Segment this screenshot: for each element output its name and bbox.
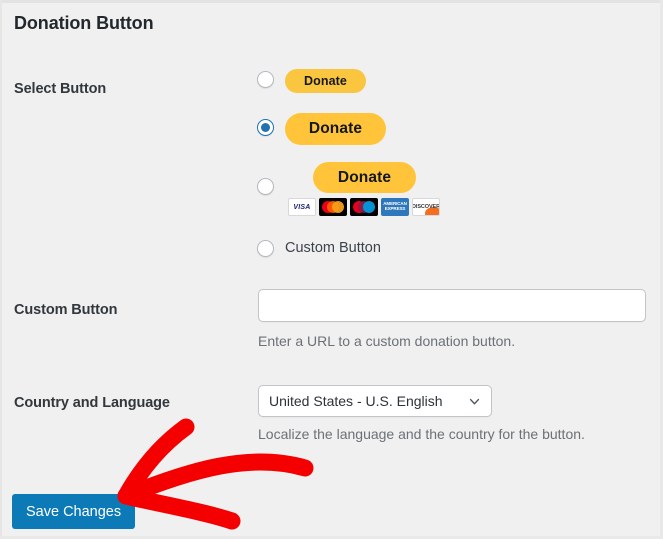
country-language-help-text: Localize the language and the country fo… bbox=[258, 426, 585, 442]
custom-button-help-text: Enter a URL to a custom donation button. bbox=[258, 333, 516, 349]
arrow-tail-upper bbox=[117, 453, 314, 505]
radio-donate-large[interactable] bbox=[257, 119, 274, 136]
maestro-circles-icon bbox=[353, 201, 375, 213]
discover-card-icon: DISCOVER bbox=[412, 198, 440, 216]
maestro-card-icon bbox=[350, 198, 378, 216]
radio-donate-with-cards[interactable] bbox=[257, 178, 274, 195]
page-title: Donation Button bbox=[14, 13, 154, 33]
radio-custom-button-label: Custom Button bbox=[285, 240, 381, 256]
donate-button-preview-large[interactable]: Donate bbox=[285, 113, 386, 145]
visa-card-icon: VISA bbox=[288, 198, 316, 216]
radio-custom-button[interactable] bbox=[257, 240, 274, 257]
country-language-label: Country and Language bbox=[14, 395, 170, 411]
amex-card-icon: AMERICAN EXPRESS bbox=[381, 198, 409, 216]
radio-donate-small[interactable] bbox=[257, 71, 274, 88]
select-button-label: Select Button bbox=[14, 81, 107, 97]
page-left-border bbox=[0, 0, 2, 539]
arrow-barb-lower bbox=[117, 487, 241, 530]
mastercard-circles-icon bbox=[322, 201, 344, 213]
donate-button-preview-small[interactable]: Donate bbox=[285, 69, 366, 93]
custom-button-url-input[interactable] bbox=[258, 289, 646, 322]
save-changes-button[interactable]: Save Changes bbox=[12, 494, 136, 529]
chevron-down-icon bbox=[469, 398, 480, 404]
mastercard-card-icon bbox=[319, 198, 347, 216]
card-logo-strip: VISA AMERICAN EXPRESS DISCOVER bbox=[288, 198, 440, 216]
country-language-select[interactable]: United States - U.S. English bbox=[258, 385, 492, 417]
custom-button-label: Custom Button bbox=[14, 302, 118, 318]
amex-card-label: AMERICAN EXPRESS bbox=[383, 201, 407, 211]
arrow-barb-upper bbox=[117, 418, 195, 505]
settings-page: Donation Button Select Button Donate Don… bbox=[0, 0, 663, 539]
donate-button-preview-with-cards[interactable]: Donate bbox=[313, 162, 416, 193]
visa-card-label: VISA bbox=[293, 203, 311, 211]
country-language-selected-value: United States - U.S. English bbox=[269, 393, 443, 409]
page-top-border bbox=[0, 0, 663, 3]
discover-card-label: DISCOVER bbox=[412, 204, 440, 210]
